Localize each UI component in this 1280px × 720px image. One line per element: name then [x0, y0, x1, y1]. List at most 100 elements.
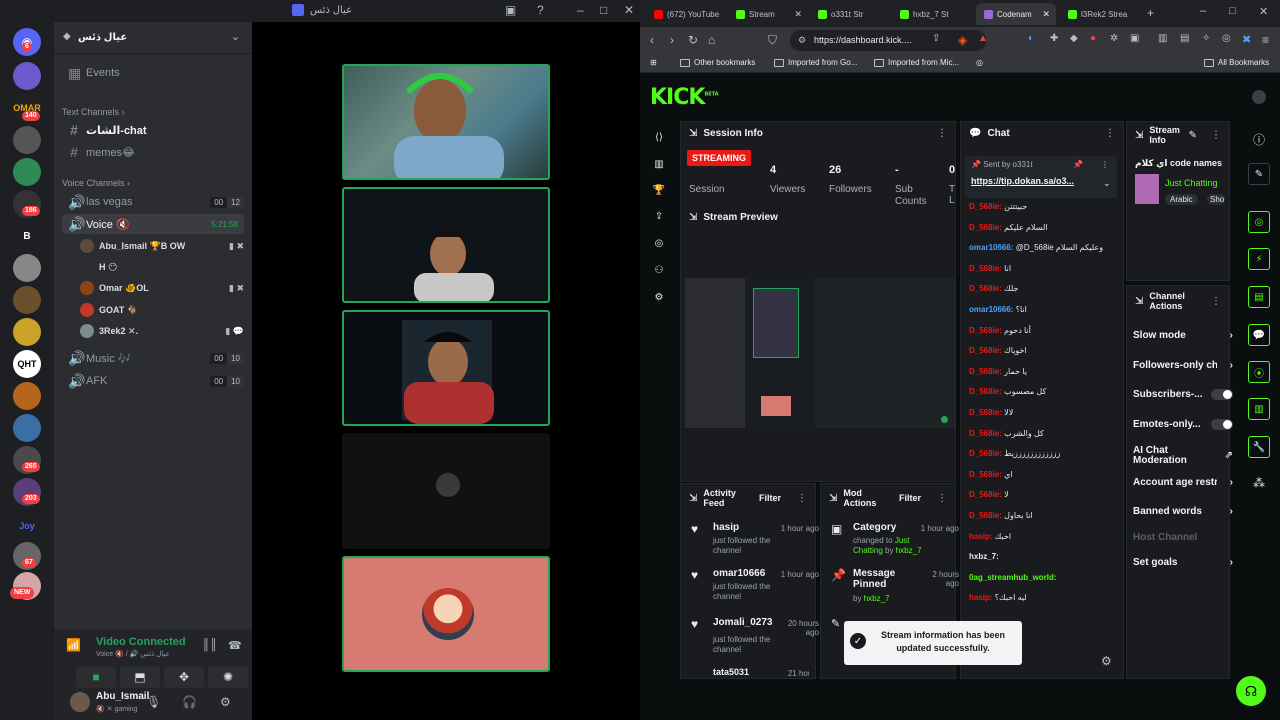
bookmark-icon[interactable]: ⛉	[768, 33, 777, 48]
video-tile[interactable]	[342, 310, 550, 426]
video-tile[interactable]	[342, 433, 550, 549]
set-goals-item[interactable]: Set goals ›	[1133, 557, 1233, 568]
edit-layout-button[interactable]: ✎	[1248, 163, 1270, 185]
soundboard-button[interactable]: ✺	[208, 666, 248, 688]
wallet-icon[interactable]: ▤	[1180, 33, 1189, 44]
collapse-icon[interactable]: ⇲	[1135, 296, 1143, 307]
more-icon[interactable]: ⋮	[937, 493, 947, 504]
gear-icon[interactable]: ⚙	[220, 695, 231, 709]
channel-memes[interactable]: # memes😂	[62, 142, 244, 162]
inbox-icon[interactable]: ▣	[505, 3, 516, 17]
more-icon[interactable]: ⋮	[1211, 296, 1221, 307]
bookmark-folder[interactable]: Other bookmarks	[680, 58, 755, 67]
voice-user[interactable]: 3Rek2 ✕. ▮ 💬	[80, 322, 244, 340]
more-icon[interactable]: ⋮	[1101, 160, 1109, 169]
media-icon[interactable]: ▣	[1130, 33, 1139, 44]
camera-button[interactable]: ■	[76, 666, 116, 688]
maximize-button[interactable]: □	[1229, 5, 1236, 17]
drops-icon[interactable]: ⁂	[1253, 476, 1265, 490]
collapse-icon[interactable]: ⟨⟩	[652, 132, 666, 146]
subscribers-toggle[interactable]	[1211, 389, 1233, 400]
share-icon[interactable]: ⇪	[932, 33, 940, 44]
profile-icon[interactable]: ✖	[1242, 33, 1251, 46]
category-name[interactable]: Just Chatting	[1165, 178, 1218, 188]
category-voice-channels[interactable]: Voice Channels ›	[62, 178, 130, 188]
server-icon[interactable]	[13, 414, 41, 442]
upload-icon[interactable]: ⇪	[652, 211, 666, 225]
banned-words-item[interactable]: Banned words ›	[1133, 506, 1233, 517]
more-icon[interactable]: ⋮	[1211, 130, 1221, 141]
support-button[interactable]: ☊	[1236, 676, 1266, 706]
server-icon[interactable]	[13, 318, 41, 346]
account-age-item[interactable]: Account age restr ›	[1133, 477, 1233, 488]
collapse-icon[interactable]: ⇲	[1135, 130, 1143, 141]
dashboard-icon[interactable]: ▥	[652, 159, 666, 173]
close-tab-icon[interactable]: ✕	[794, 9, 802, 20]
apps-icon[interactable]: ⊞	[650, 58, 657, 67]
voice-channel-las-vegas[interactable]: 🔊 las vegas 00 12	[62, 192, 244, 212]
leo-icon[interactable]: ✧	[1202, 33, 1210, 44]
chat-username[interactable]: D_568ie:	[969, 429, 1002, 438]
forward-icon[interactable]: ›	[670, 33, 674, 47]
chat-username[interactable]: D_568ie:	[969, 490, 1002, 499]
tab-stream[interactable]: Stream ✕	[728, 3, 808, 25]
chat-button[interactable]: 💬	[1248, 324, 1270, 346]
stack-button[interactable]: ▥	[1248, 398, 1270, 420]
voice-channel-voice[interactable]: 🔊 Voice 🔇 5:21:58	[62, 214, 244, 234]
subscribers-only-item[interactable]: Subscribers-...	[1133, 389, 1233, 400]
bookmark-folder[interactable]: Imported from Go...	[774, 58, 857, 67]
chat-username[interactable]: D_568ie:	[969, 449, 1002, 458]
followers-only-item[interactable]: Followers-only ch ›	[1133, 360, 1233, 371]
close-tab-icon[interactable]: ✕	[1042, 9, 1050, 20]
filter-button[interactable]: Filter	[759, 493, 781, 503]
screen-share-button[interactable]: ⬒	[120, 666, 160, 688]
voice-user[interactable]: GOAT 🐐	[80, 301, 244, 319]
category-text-channels[interactable]: Text Channels ›	[62, 107, 125, 117]
profile-avatar[interactable]	[1252, 90, 1266, 104]
trophy-icon[interactable]: 🏆	[652, 185, 666, 199]
server-icon[interactable]	[13, 382, 41, 410]
server-joy[interactable]: Joy	[13, 512, 41, 540]
video-tile[interactable]	[342, 187, 550, 303]
more-icon[interactable]: ⋮	[937, 128, 947, 139]
slow-mode-item[interactable]: Slow mode ›	[1133, 330, 1233, 341]
tab-youtube[interactable]: (672) YouTube	[646, 3, 726, 25]
back-icon[interactable]: ‹	[650, 33, 654, 47]
chat-username[interactable]: D_568ie:	[969, 202, 1002, 211]
close-button[interactable]: ✕	[624, 3, 634, 17]
gear-icon[interactable]: ⚙	[652, 292, 666, 306]
server-icon[interactable]	[13, 62, 41, 90]
emotes-only-item[interactable]: Emotes-only...	[1133, 419, 1233, 430]
chat-username[interactable]: D_568ie:	[969, 511, 1002, 520]
channel-chat[interactable]: # الشات-chat	[62, 120, 244, 140]
extension-icon[interactable]: ●	[1090, 33, 1096, 44]
tag[interactable]: Sho	[1207, 194, 1225, 205]
collapse-icon[interactable]: ⇲	[689, 493, 697, 504]
more-icon[interactable]: ⋮	[797, 493, 807, 504]
wrench-button[interactable]: 🔧	[1248, 436, 1270, 458]
microphone-icon[interactable]: 🎙	[146, 695, 161, 709]
bookmark-folder[interactable]: Imported from Mic...	[874, 58, 959, 67]
chat-settings-icon[interactable]: ⚙	[1101, 654, 1112, 668]
voice-user[interactable]: H 😶	[80, 258, 244, 276]
tab-codenames[interactable]: Codenam ✕	[976, 3, 1056, 25]
pinned-link[interactable]: https://tip.dokan.sa/o3...	[971, 176, 1074, 186]
headphones-icon[interactable]: 🎧	[182, 695, 197, 709]
bookmark-folder[interactable]: All Bookmarks	[1204, 58, 1269, 67]
events-item[interactable]: ▦ Events	[62, 63, 244, 83]
extension-icon[interactable]: ✚	[1050, 33, 1058, 44]
chat-username[interactable]: hasip:	[969, 532, 993, 541]
collapse-icon[interactable]: ⇲	[689, 212, 697, 223]
ai-moderation-item[interactable]: AI Chat Moderation ⇗	[1133, 446, 1233, 466]
voice-user[interactable]: Omar 🐠OL ▮ ✖	[80, 279, 244, 297]
avatar[interactable]	[70, 692, 90, 712]
tab-o331t[interactable]: o331t Str	[810, 3, 890, 25]
tab-hxbz[interactable]: hxbz_7 St	[892, 3, 972, 25]
stream-video[interactable]	[685, 278, 955, 428]
voice-channel-music[interactable]: 🔊 Music 🎶 00 10	[62, 348, 244, 368]
activities-button[interactable]: ✥	[164, 666, 204, 688]
chat-username[interactable]: D_568ie:	[969, 284, 1002, 293]
chat-username[interactable]: omar10666:	[969, 243, 1013, 252]
voice-user[interactable]: Abu_Ismail 🏆B OW ▮ ✖	[80, 237, 244, 255]
chat-username[interactable]: D_568ie:	[969, 346, 1002, 355]
